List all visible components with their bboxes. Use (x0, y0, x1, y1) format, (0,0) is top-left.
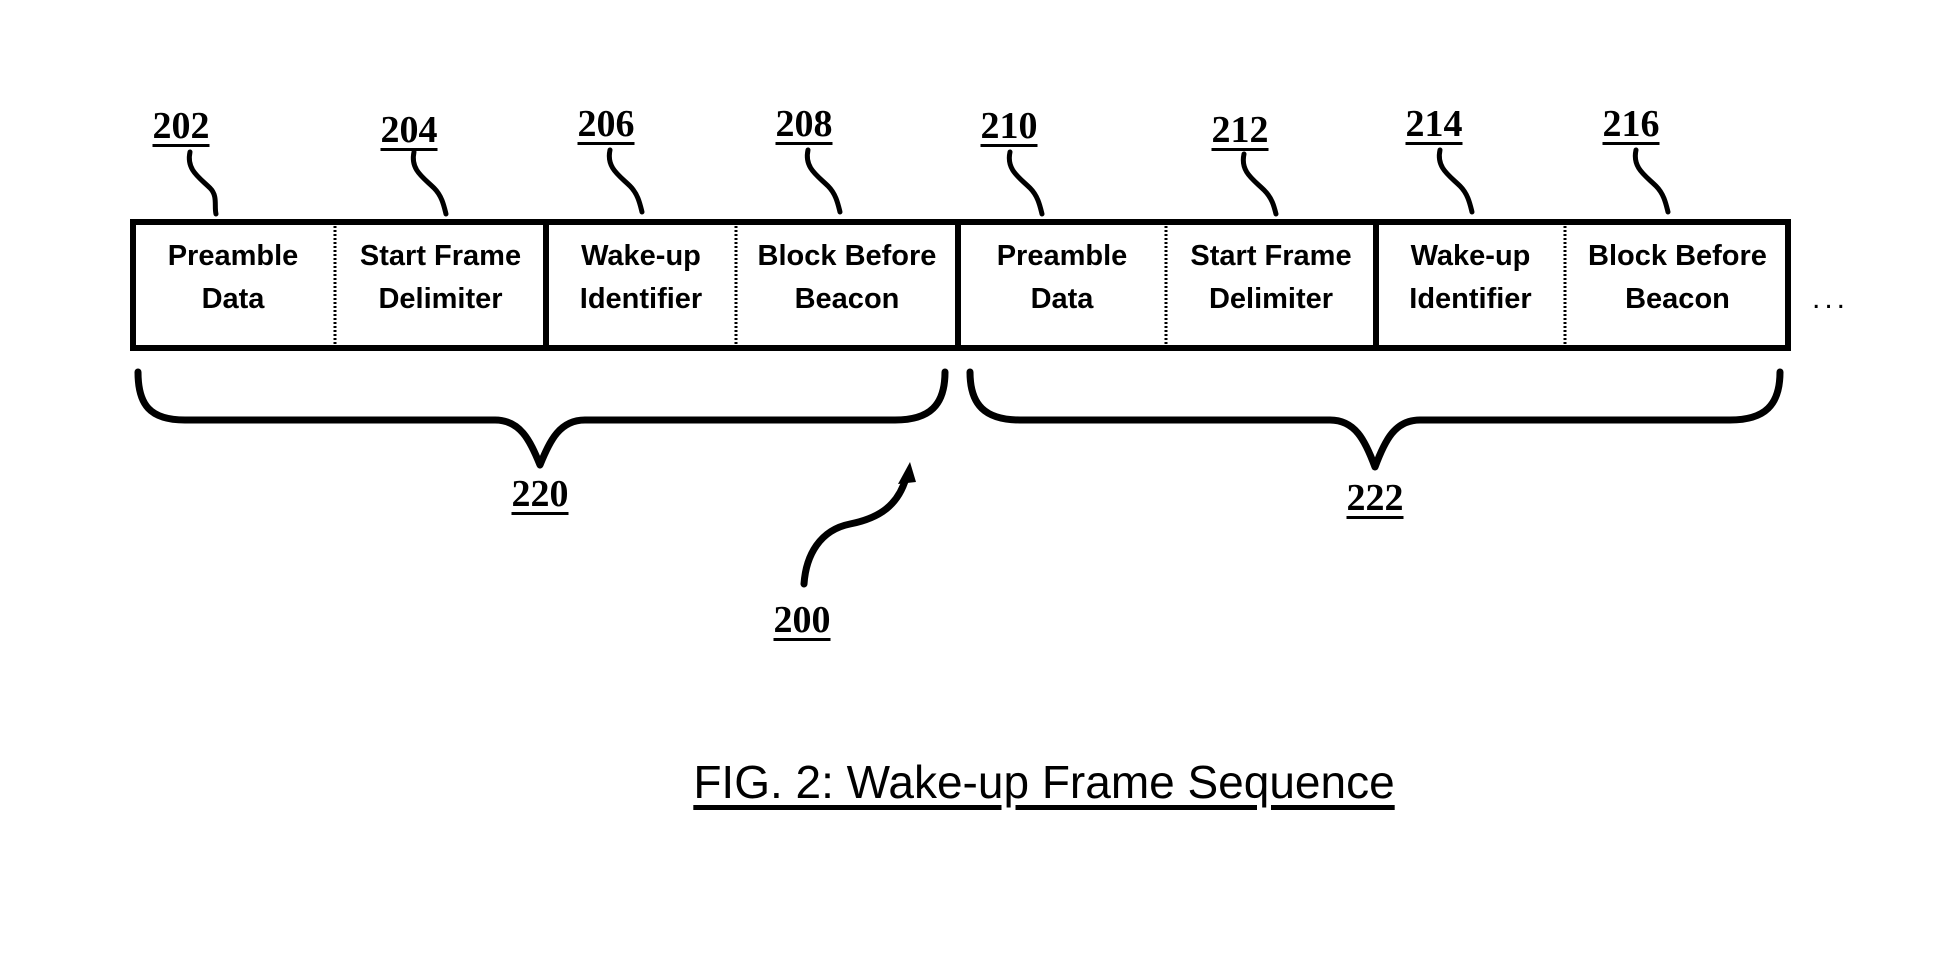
field-label-line1: Preamble (167, 240, 299, 272)
brace-220 (134, 368, 949, 469)
field-preamble-data-202: Preamble Data (131, 220, 335, 350)
ref-label-210: 210 (980, 105, 1038, 147)
leader-line-216 (1632, 147, 1671, 215)
ref-label-216: 216 (1602, 103, 1660, 145)
arrow-200 (800, 462, 916, 588)
field-start-frame-delimiter-212: Start Frame Delimiter (1166, 220, 1376, 350)
continuation-ellipsis: ... (1812, 282, 1850, 315)
leader-line-202 (186, 149, 219, 217)
ref-label-222: 222 (1346, 477, 1404, 519)
ref-label-214: 214 (1405, 103, 1463, 145)
field-block-before-beacon-216: Block Before Beacon (1565, 220, 1790, 350)
field-label-line1: Start Frame (359, 240, 522, 272)
field-wake-up-identifier-214: Wake-up Identifier (1376, 220, 1565, 350)
leader-line-210 (1006, 149, 1045, 217)
wake-up-frame-sequence: Preamble Data Start Frame Delimiter Wake… (131, 220, 1790, 350)
field-label-line2: Beacon (794, 283, 900, 315)
field-label-line1: Wake-up (581, 240, 701, 272)
ref-label-204: 204 (380, 109, 438, 151)
leader-line-204 (410, 149, 449, 217)
leader-line-208 (804, 147, 843, 215)
field-label-line1: Block Before (757, 240, 937, 272)
brace-222 (966, 368, 1784, 471)
field-label-line2: Identifier (1409, 283, 1532, 315)
field-label-line2: Delimiter (378, 283, 503, 315)
ref-label-206: 206 (577, 103, 635, 145)
ref-label-208: 208 (775, 103, 833, 145)
field-label-line1: Preamble (996, 240, 1128, 272)
field-label-line1: Start Frame (1190, 240, 1352, 272)
field-label-line2: Data (1030, 283, 1094, 315)
field-start-frame-delimiter-204: Start Frame Delimiter (335, 220, 546, 350)
field-label-line1: Wake-up (1410, 240, 1531, 272)
ref-label-200: 200 (773, 599, 831, 641)
field-label-line2: Data (201, 283, 265, 315)
field-preamble-data-210: Preamble Data (958, 220, 1166, 350)
field-label-line1: Block Before (1588, 240, 1767, 272)
ref-label-202: 202 (152, 105, 210, 147)
field-label-line2: Beacon (1625, 283, 1730, 315)
ref-label-212: 212 (1211, 109, 1269, 151)
leader-line-214 (1436, 147, 1475, 215)
field-label-line2: Identifier (579, 283, 703, 315)
field-label-line2: Delimiter (1208, 283, 1334, 315)
ref-label-220: 220 (511, 473, 569, 515)
leader-line-212 (1240, 151, 1279, 217)
leader-line-206 (606, 147, 645, 215)
field-block-before-beacon-208: Block Before Beacon (736, 220, 958, 350)
figure-caption: FIG. 2: Wake-up Frame Sequence (693, 756, 1395, 808)
field-wake-up-identifier-206: Wake-up Identifier (546, 220, 736, 350)
